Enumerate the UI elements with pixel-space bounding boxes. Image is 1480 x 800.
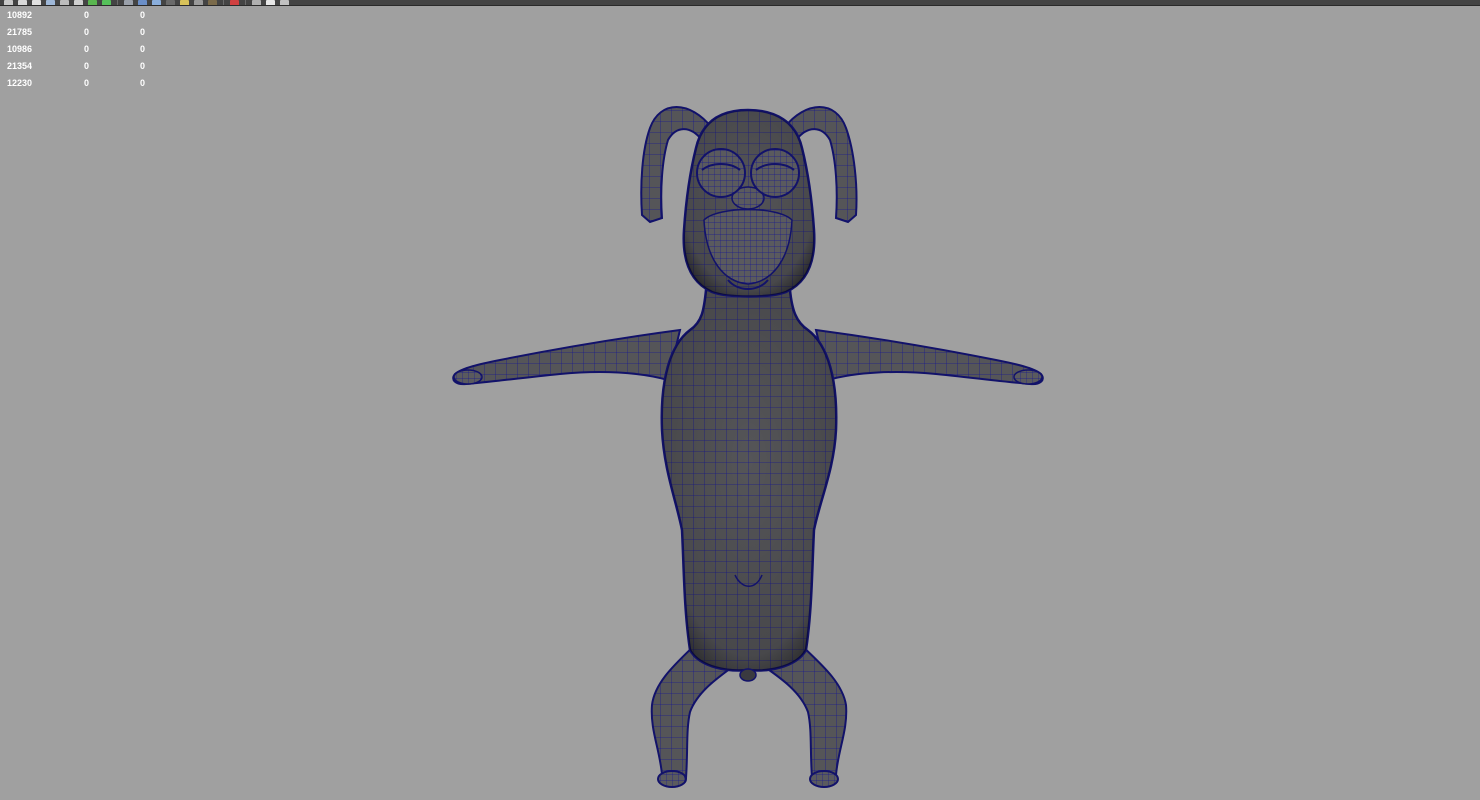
render-icon[interactable] — [59, 0, 70, 5]
shaded-icon[interactable] — [137, 0, 148, 5]
right-arm — [814, 328, 1044, 386]
save-icon[interactable] — [45, 0, 56, 5]
smooth-shaded-icon[interactable] — [151, 0, 162, 5]
brush-icon[interactable] — [3, 0, 14, 5]
display-icon[interactable] — [73, 0, 84, 5]
isolate-icon[interactable] — [229, 0, 240, 5]
left-arm — [452, 328, 682, 386]
toolbar-separator — [223, 0, 224, 5]
viewport-toolbar — [0, 0, 1480, 6]
tool-settings-icon[interactable] — [279, 0, 290, 5]
textured-icon[interactable] — [165, 0, 176, 5]
wireframe-icon[interactable] — [123, 0, 134, 5]
torso — [660, 288, 838, 682]
head — [682, 108, 816, 298]
camera-icon[interactable] — [17, 0, 28, 5]
green-check-icon[interactable] — [101, 0, 112, 5]
xray-icon[interactable] — [251, 0, 262, 5]
grid-icon[interactable] — [31, 0, 42, 5]
green-flag-icon[interactable] — [87, 0, 98, 5]
left-eye — [696, 148, 746, 198]
light-icon[interactable] — [179, 0, 190, 5]
sphere-icon[interactable] — [207, 0, 218, 5]
xray-joints-icon[interactable] — [265, 0, 276, 5]
toolbar-separator — [245, 0, 246, 5]
toolbar-separator — [117, 0, 118, 5]
shadow-icon[interactable] — [193, 0, 204, 5]
3d-viewport[interactable] — [0, 7, 1480, 800]
character-mesh[interactable] — [0, 7, 1480, 800]
right-eye — [750, 148, 800, 198]
